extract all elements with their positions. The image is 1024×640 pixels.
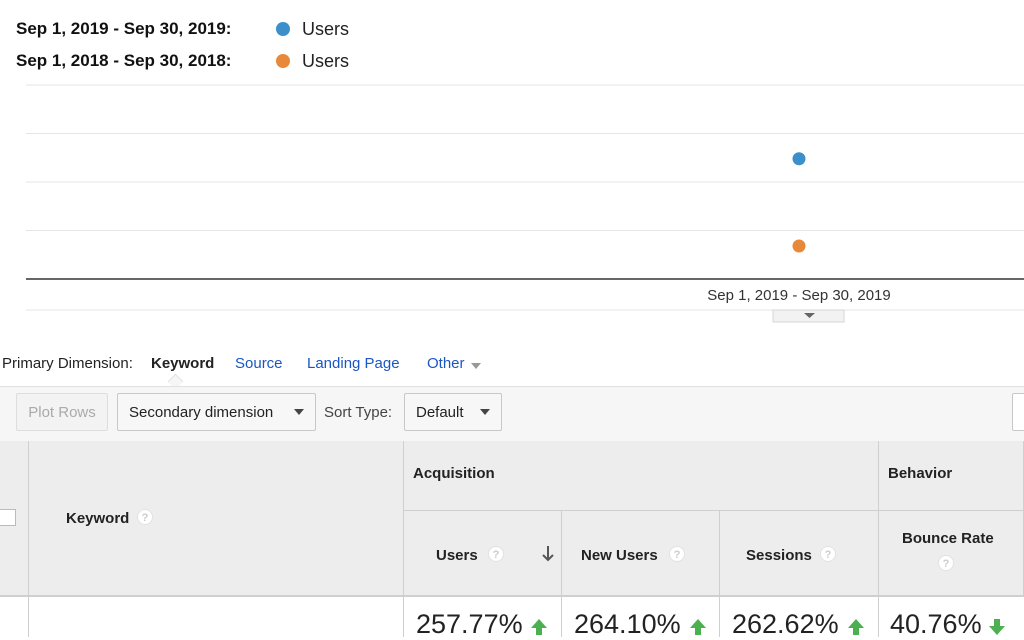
chart-gridlines (26, 84, 1024, 231)
keyword-help-icon[interactable]: ? (137, 509, 153, 525)
sort-type-chevron-down-icon (480, 409, 490, 415)
legend-series-previous: Users (302, 51, 350, 71)
totals-divider (878, 596, 879, 637)
sessions-help-icon[interactable]: ? (820, 546, 836, 562)
bounce-rate-total-value: 40.76% (890, 609, 982, 639)
select-column-header (0, 441, 29, 596)
sessions-total-value: 262.62% (732, 609, 839, 639)
legend-date-range-current: Sep 1, 2019 - Sep 30, 2019: (16, 19, 232, 38)
bounce-rate-help-icon[interactable]: ? (938, 555, 954, 571)
x-tick-label: Sep 1, 2019 - Sep 30, 2019 (707, 287, 890, 304)
legend-series-current: Users (302, 19, 350, 39)
acquisition-label: Acquisition (413, 465, 495, 482)
data-point-previous[interactable] (792, 239, 806, 253)
legend-row-current: Sep 1, 2019 - Sep 30, 2019: (16, 17, 231, 41)
other-chevron-down-icon[interactable] (471, 363, 481, 369)
data-point-current[interactable] (792, 152, 806, 166)
new-users-total-value: 264.10% (574, 609, 681, 639)
users-header-label: Users (436, 547, 478, 564)
secondary-dimension-label: Secondary dimension (129, 403, 274, 421)
primary-dimension-other[interactable]: Other (427, 355, 465, 372)
chart-points (792, 152, 806, 253)
users-help-icon[interactable]: ? (488, 546, 504, 562)
legend-date-range-previous: Sep 1, 2018 - Sep 30, 2018: (16, 51, 232, 70)
plot-rows-button[interactable]: Plot Rows (16, 393, 108, 431)
bounce-rate-trend-down-icon (989, 619, 1005, 635)
keyword-header-label: Keyword (66, 510, 130, 527)
totals-divider (28, 596, 29, 637)
sessions-header-label: Sessions (746, 547, 812, 564)
select-all-checkbox[interactable] (0, 509, 16, 526)
users-total-value: 257.77% (416, 609, 523, 639)
new-users-help-icon[interactable]: ? (669, 546, 685, 562)
users-column-header[interactable]: Users ? (404, 511, 562, 596)
primary-dimension-keyword: Keyword (151, 355, 215, 372)
totals-divider (719, 596, 720, 637)
new-users-header-label: New Users (581, 547, 658, 564)
behavior-label: Behavior (888, 465, 953, 482)
legend-dot-current (276, 22, 290, 36)
table-toolbar: Plot Rows Secondary dimension Sort Type:… (0, 386, 1024, 442)
bounce-rate-header-label: Bounce Rate (902, 530, 994, 547)
bounce-rate-column-header[interactable]: Bounce Rate ? (879, 511, 1024, 596)
keyword-column-header[interactable]: Keyword ? (29, 441, 404, 596)
sessions-column-header[interactable]: Sessions ? (720, 511, 879, 596)
primary-dimension-landing-page[interactable]: Landing Page (307, 355, 400, 372)
users-trend-up-icon (531, 619, 547, 635)
search-table-input[interactable] (1012, 393, 1024, 431)
sort-type-dropdown[interactable]: Default (404, 393, 502, 431)
new-users-trend-up-icon (690, 619, 706, 635)
chart-collapse-tab[interactable] (772, 309, 845, 323)
secondary-dimension-dropdown[interactable]: Secondary dimension (117, 393, 316, 431)
legend-dot-previous (276, 54, 290, 68)
totals-divider (403, 596, 404, 637)
sessions-trend-up-icon (848, 619, 864, 635)
sort-type-value: Default (416, 403, 464, 421)
sort-type-label: Sort Type: (324, 404, 393, 421)
totals-divider (561, 596, 562, 637)
acquisition-group-header: Acquisition (404, 441, 879, 511)
users-chart: Sep 1, 2019 - Sep 30, 2019 (26, 84, 1024, 323)
new-users-column-header[interactable]: New Users ? (562, 511, 720, 596)
sort-descending-icon[interactable] (541, 545, 555, 563)
primary-dimension-source[interactable]: Source (235, 355, 283, 372)
behavior-group-header: Behavior (879, 441, 1024, 511)
legend-row-previous: Sep 1, 2018 - Sep 30, 2018: (16, 49, 231, 73)
primary-dimension-label: Primary Dimension: (2, 355, 133, 372)
secondary-dimension-chevron-down-icon (294, 409, 304, 415)
